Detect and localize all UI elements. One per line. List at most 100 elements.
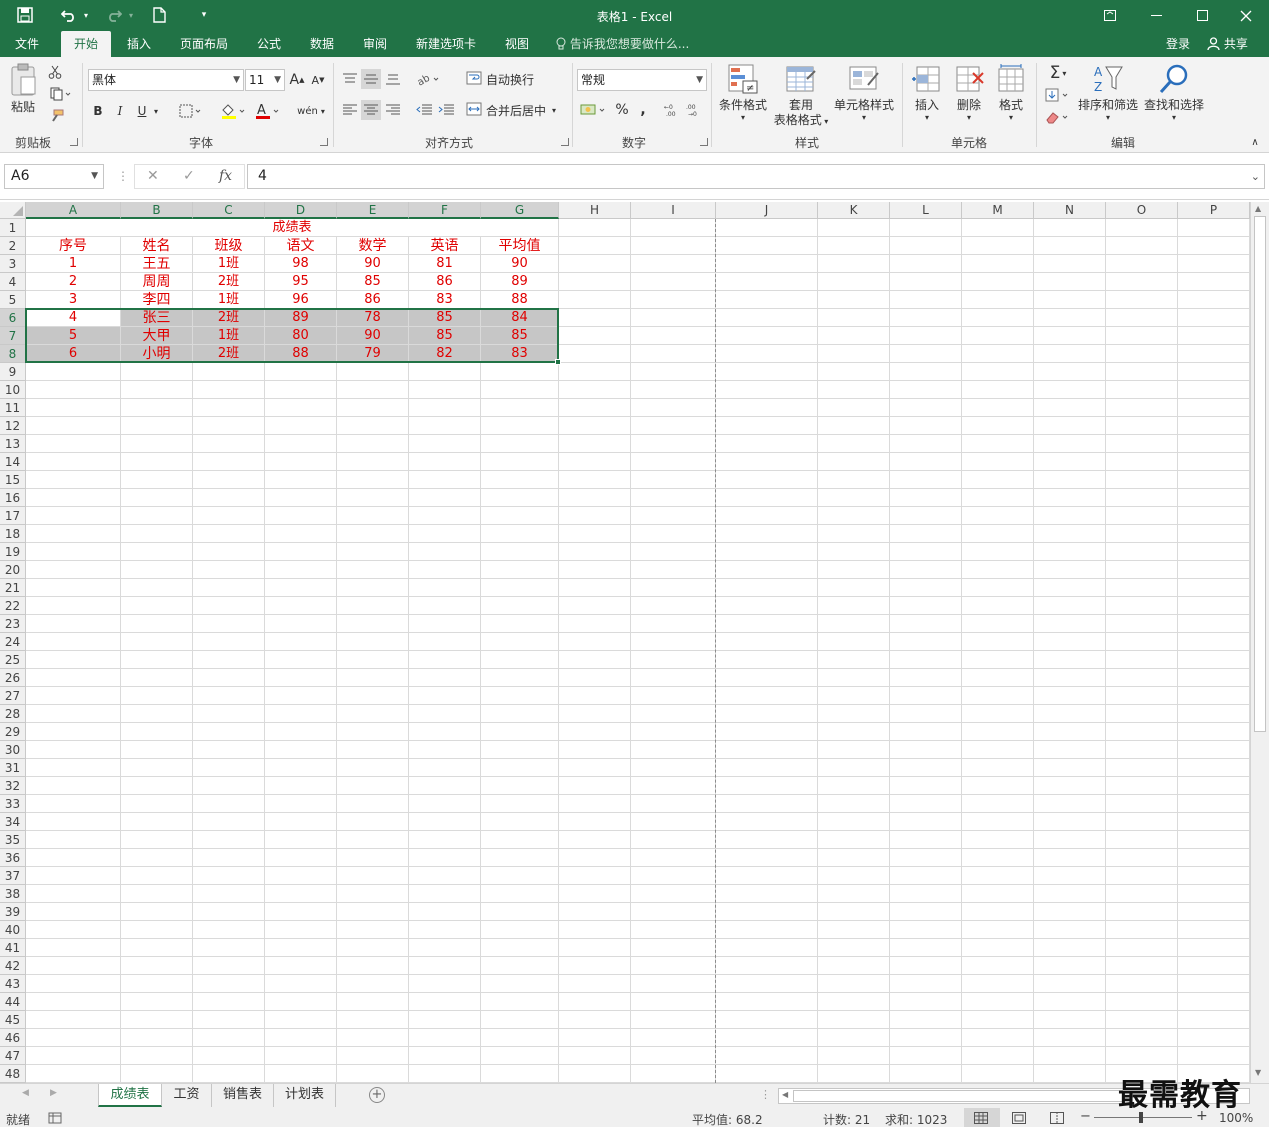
table-cell[interactable]: 84 bbox=[481, 309, 559, 327]
cut-icon[interactable] bbox=[46, 63, 64, 81]
table-cell[interactable]: 1班 bbox=[193, 291, 265, 309]
column-header[interactable]: O bbox=[1106, 202, 1178, 219]
borders-icon[interactable] bbox=[176, 101, 206, 121]
tab-file[interactable]: 文件 bbox=[6, 31, 48, 57]
row-header[interactable]: 3 bbox=[0, 255, 26, 273]
row-header[interactable]: 47 bbox=[0, 1047, 26, 1065]
column-header[interactable]: J bbox=[716, 202, 818, 219]
wrap-text-button[interactable]: 自动换行 bbox=[466, 69, 540, 89]
column-header[interactable]: I bbox=[631, 202, 716, 219]
row-header[interactable]: 17 bbox=[0, 507, 26, 525]
table-cell[interactable]: 2班 bbox=[193, 273, 265, 291]
decrease-indent-icon[interactable] bbox=[414, 100, 434, 120]
align-middle-icon[interactable] bbox=[361, 69, 381, 89]
row-header[interactable]: 48 bbox=[0, 1065, 26, 1083]
vertical-scroll-thumb[interactable] bbox=[1254, 216, 1266, 732]
row-header[interactable]: 29 bbox=[0, 723, 26, 741]
row-header[interactable]: 30 bbox=[0, 741, 26, 759]
table-cell[interactable]: 1班 bbox=[193, 327, 265, 345]
row-header[interactable]: 2 bbox=[0, 237, 26, 255]
row-header[interactable]: 32 bbox=[0, 777, 26, 795]
table-cell[interactable]: 85 bbox=[409, 327, 481, 345]
percent-button[interactable]: % bbox=[613, 100, 631, 120]
close-icon[interactable] bbox=[1223, 0, 1269, 31]
table-cell[interactable]: 79 bbox=[337, 345, 409, 363]
row-header[interactable]: 15 bbox=[0, 471, 26, 489]
table-cell[interactable]: 2班 bbox=[193, 345, 265, 363]
decrease-decimal-icon[interactable]: .00 →0 bbox=[685, 100, 705, 120]
tab-split-grip-icon[interactable]: ⋮ bbox=[760, 1088, 771, 1101]
login-link[interactable]: 登录 bbox=[1166, 31, 1190, 57]
row-header[interactable]: 19 bbox=[0, 543, 26, 561]
table-cell[interactable]: 张三 bbox=[121, 309, 193, 327]
font-size-combo[interactable]: 11 ▼ bbox=[245, 69, 285, 91]
zoom-out-icon[interactable]: − bbox=[1080, 1109, 1091, 1124]
column-header[interactable]: H bbox=[559, 202, 631, 219]
column-header[interactable]: A bbox=[26, 202, 121, 219]
align-center-icon[interactable] bbox=[361, 100, 381, 120]
sheet-tab-plan[interactable]: 计划表 bbox=[274, 1084, 336, 1107]
tab-insert[interactable]: 插入 bbox=[118, 31, 160, 57]
row-header[interactable]: 34 bbox=[0, 813, 26, 831]
underline-button[interactable]: U bbox=[134, 101, 150, 121]
row-header[interactable]: 24 bbox=[0, 633, 26, 651]
column-header[interactable]: N bbox=[1034, 202, 1106, 219]
row-header[interactable]: 40 bbox=[0, 921, 26, 939]
table-cell[interactable]: 85 bbox=[481, 327, 559, 345]
autosum-icon[interactable]: Σ ▾ bbox=[1042, 63, 1074, 83]
select-all-corner[interactable] bbox=[0, 202, 26, 219]
row-header[interactable]: 28 bbox=[0, 705, 26, 723]
tab-page-layout[interactable]: 页面布局 bbox=[172, 31, 236, 57]
table-cell[interactable]: 2班 bbox=[193, 309, 265, 327]
maximize-icon[interactable] bbox=[1179, 0, 1225, 31]
align-right-icon[interactable] bbox=[383, 100, 403, 120]
italic-button[interactable]: I bbox=[112, 101, 128, 121]
column-header[interactable]: L bbox=[890, 202, 962, 219]
font-launcher-icon[interactable] bbox=[320, 138, 328, 146]
scroll-up-icon[interactable]: ▲ bbox=[1255, 204, 1261, 213]
table-cell[interactable]: 周周 bbox=[121, 273, 193, 291]
bold-button[interactable]: B bbox=[90, 101, 106, 121]
header-cell[interactable]: 平均值 bbox=[481, 237, 559, 255]
sheet-title-cell[interactable]: 成绩表 bbox=[26, 219, 559, 237]
table-cell[interactable]: 88 bbox=[481, 291, 559, 309]
increase-decimal-icon[interactable]: ←0.00 bbox=[663, 100, 683, 120]
format-cells-button[interactable]: 格式 ▾ bbox=[990, 63, 1032, 123]
underline-dropdown-icon[interactable]: ▾ bbox=[150, 103, 162, 119]
row-header[interactable]: 35 bbox=[0, 831, 26, 849]
row-header[interactable]: 11 bbox=[0, 399, 26, 417]
ribbon-display-icon[interactable] bbox=[1087, 0, 1133, 31]
table-cell[interactable]: 1班 bbox=[193, 255, 265, 273]
table-cell[interactable]: 王五 bbox=[121, 255, 193, 273]
row-header[interactable]: 6 bbox=[0, 309, 26, 327]
page-break-view-icon[interactable] bbox=[1050, 1112, 1064, 1127]
row-header[interactable]: 36 bbox=[0, 849, 26, 867]
formula-input[interactable]: 4 ⌄ bbox=[247, 164, 1265, 189]
share-button[interactable]: 共享 bbox=[1207, 31, 1248, 57]
table-cell[interactable]: 90 bbox=[481, 255, 559, 273]
table-cell[interactable]: 96 bbox=[265, 291, 337, 309]
row-header[interactable]: 41 bbox=[0, 939, 26, 957]
table-cell[interactable]: 李四 bbox=[121, 291, 193, 309]
table-cell[interactable]: 80 bbox=[265, 327, 337, 345]
alignment-launcher-icon[interactable] bbox=[561, 138, 569, 146]
copy-icon[interactable] bbox=[46, 85, 76, 103]
row-header[interactable]: 1 bbox=[0, 219, 26, 237]
row-header[interactable]: 25 bbox=[0, 651, 26, 669]
row-header[interactable]: 43 bbox=[0, 975, 26, 993]
vertical-scrollbar[interactable]: ▲ ▼ bbox=[1250, 202, 1269, 1083]
orientation-icon[interactable]: ab bbox=[414, 69, 444, 89]
table-cell[interactable]: 78 bbox=[337, 309, 409, 327]
fill-down-icon[interactable] bbox=[1042, 85, 1074, 105]
header-cell[interactable]: 语文 bbox=[265, 237, 337, 255]
tab-scroll-right-icon[interactable]: ▶ bbox=[50, 1088, 57, 1098]
table-cell[interactable]: 86 bbox=[337, 291, 409, 309]
macro-record-icon[interactable] bbox=[48, 1112, 62, 1127]
table-cell[interactable]: 90 bbox=[337, 255, 409, 273]
table-cell[interactable]: 89 bbox=[481, 273, 559, 291]
table-cell[interactable]: 86 bbox=[409, 273, 481, 291]
column-header[interactable]: P bbox=[1178, 202, 1250, 219]
row-header[interactable]: 4 bbox=[0, 273, 26, 291]
table-cell[interactable]: 2 bbox=[26, 273, 121, 291]
column-header[interactable]: F bbox=[409, 202, 481, 219]
